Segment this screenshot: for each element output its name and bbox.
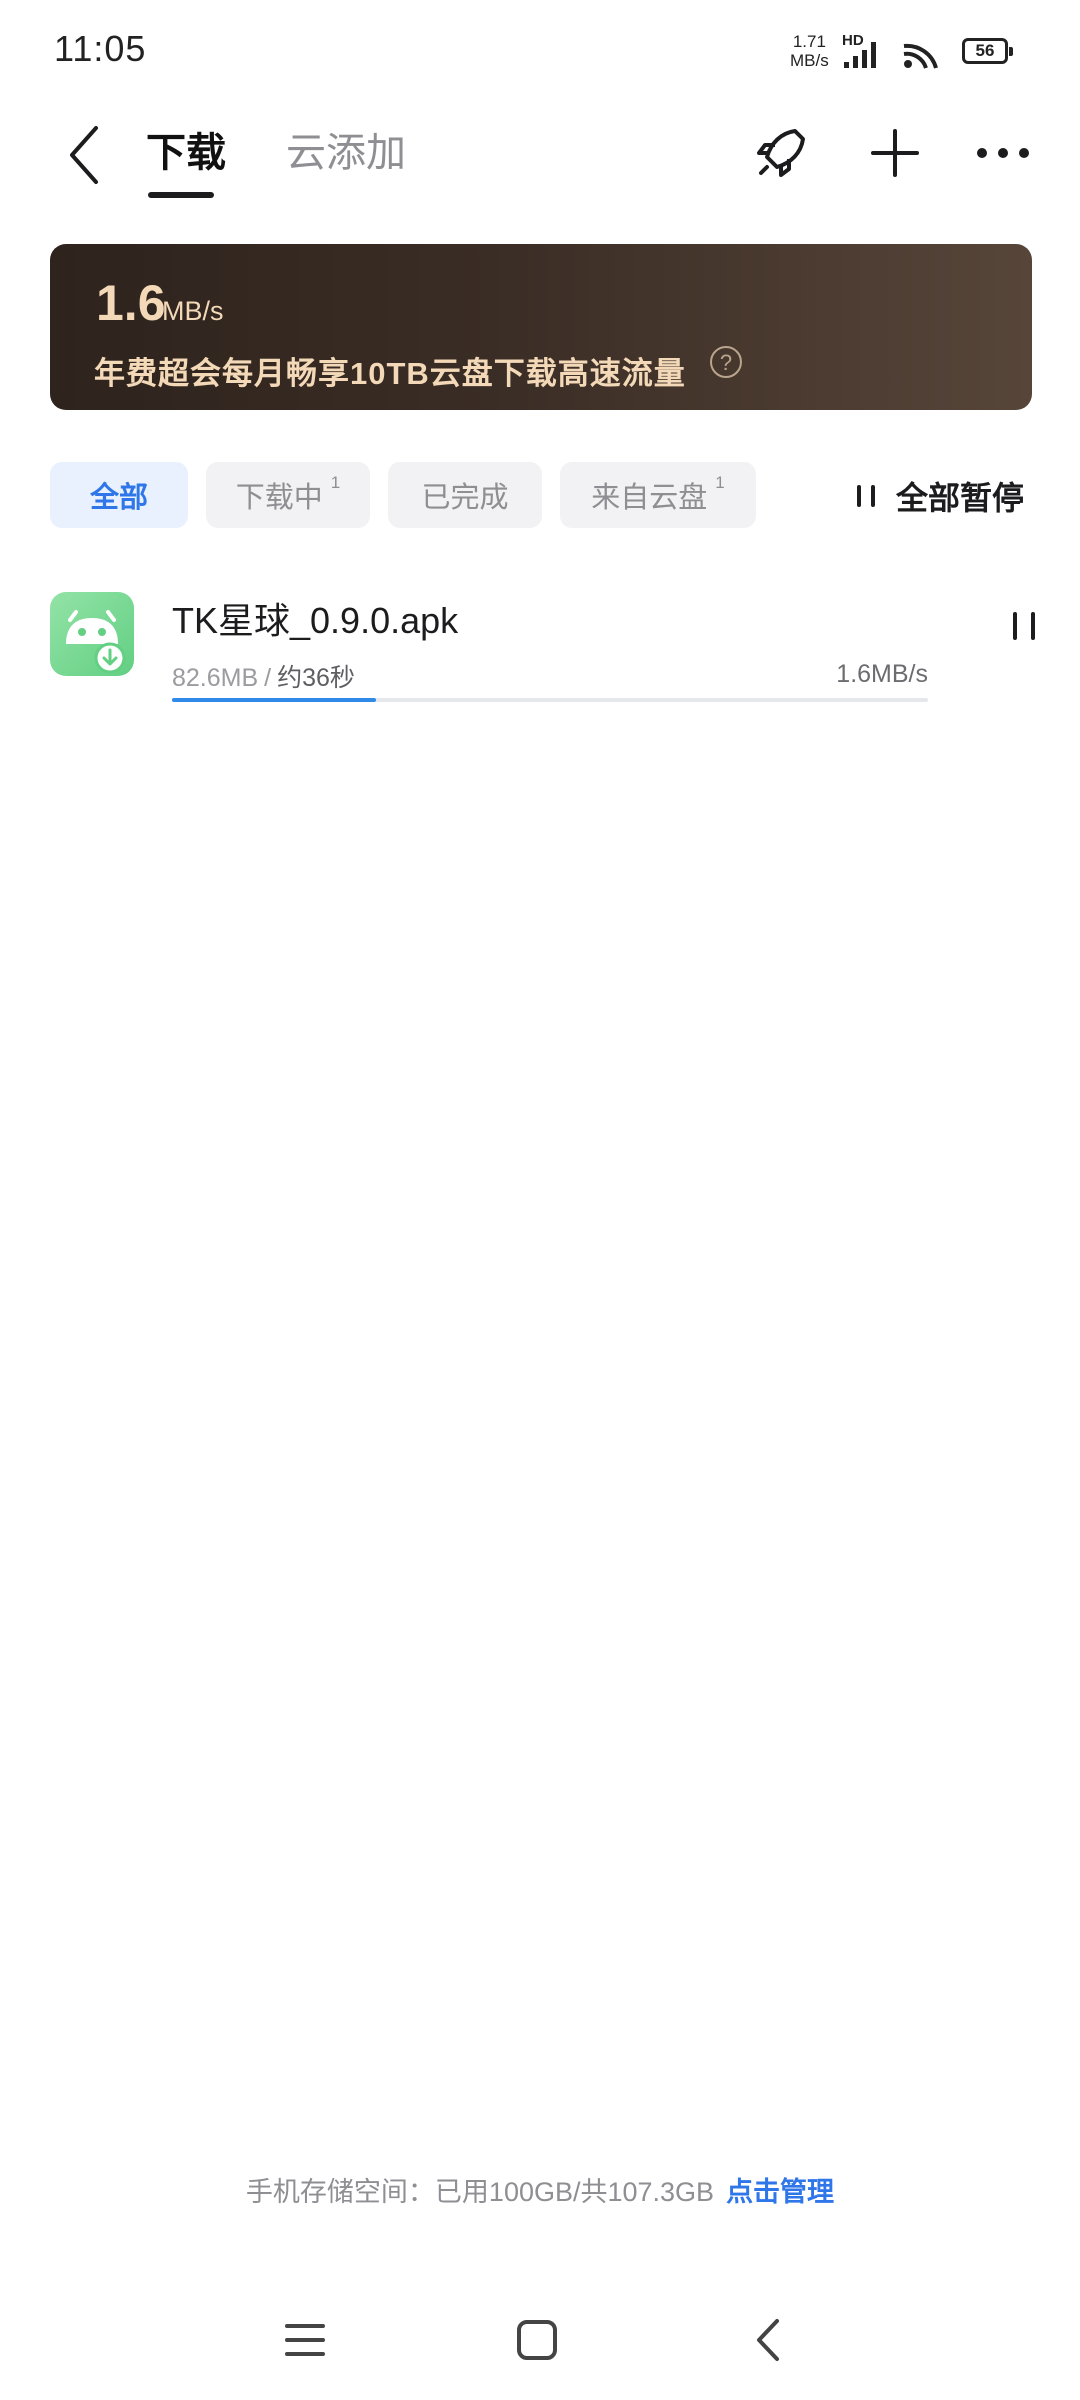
- time-remaining: 约36秒: [277, 664, 355, 692]
- pause-all-label: 全部暂停: [896, 480, 1025, 516]
- rocket-icon: [757, 129, 805, 177]
- filter-chip-downloading[interactable]: 下载中 1: [206, 462, 370, 528]
- status-time: 11:05: [54, 28, 147, 69]
- status-bar: 11:05 1.71 MB/s HD 56: [0, 0, 1080, 100]
- speed-boost-button[interactable]: [746, 118, 816, 188]
- filter-chip-label: 下载中: [235, 482, 323, 514]
- filter-chip-completed[interactable]: 已完成: [388, 462, 542, 528]
- tab-cloud-add[interactable]: 云添加: [286, 120, 406, 178]
- filter-chip-all[interactable]: 全部: [50, 462, 188, 528]
- file-size-separator: /: [264, 664, 272, 692]
- tab-download[interactable]: 下载: [146, 120, 226, 178]
- system-back-button[interactable]: [734, 2310, 804, 2370]
- download-speed: 1.6MB/s: [836, 660, 928, 688]
- network-speed: 1.71 MB/s: [790, 32, 829, 70]
- file-name: TK星球_0.9.0.apk: [172, 600, 459, 641]
- home-button[interactable]: [502, 2310, 572, 2370]
- file-size-info: 82.6MB / 约36秒: [172, 658, 355, 694]
- filter-chip-label: 已完成: [421, 482, 509, 514]
- filter-chip-badge: 1: [715, 473, 725, 492]
- more-icon: [977, 148, 1029, 158]
- filter-chip-badge: 1: [330, 473, 341, 492]
- add-download-button[interactable]: [860, 118, 930, 188]
- android-apk-download-icon: [50, 592, 134, 676]
- promo-speed-unit: MB/s: [162, 296, 224, 326]
- help-icon[interactable]: ?: [710, 346, 742, 378]
- signal-icon: [844, 42, 876, 68]
- download-progress-fill: [172, 698, 377, 702]
- back-button[interactable]: [60, 120, 110, 190]
- plus-icon: [871, 129, 919, 177]
- pause-icon: [857, 485, 875, 507]
- recent-apps-button[interactable]: [270, 2310, 340, 2370]
- pause-icon: [1013, 612, 1035, 640]
- battery-icon: 56: [962, 38, 1013, 64]
- wifi-icon: [903, 43, 938, 69]
- more-options-button[interactable]: [968, 118, 1038, 188]
- download-item[interactable]: TK星球_0.9.0.apk 82.6MB / 约36秒 1.6MB/s: [0, 580, 1080, 720]
- pause-all-button[interactable]: 全部暂停: [856, 476, 1024, 516]
- promo-speed-value: 1.6: [96, 275, 166, 331]
- header: 下载 云添加: [0, 100, 1080, 210]
- battery-level: 56: [975, 41, 995, 60]
- network-speed-value: 1.71: [792, 32, 826, 51]
- file-size: 82.6MB: [172, 664, 259, 692]
- storage-text: 手机存储空间：已用100GB/共107.3GB: [245, 2177, 715, 2207]
- filter-chip-label: 来自云盘: [591, 482, 708, 514]
- storage-info: 手机存储空间：已用100GB/共107.3GB 点击管理: [0, 2170, 1080, 2209]
- promo-text: 年费超会每月畅享10TB云盘下载高速流量: [94, 356, 686, 391]
- download-progress-bar: [172, 698, 928, 702]
- manage-storage-link[interactable]: 点击管理: [726, 2177, 834, 2207]
- chevron-left-icon: [70, 126, 98, 184]
- filter-chip-label: 全部: [89, 482, 148, 514]
- menu-icon: [285, 2324, 325, 2356]
- vip-promo-banner[interactable]: 1.6 MB/s 年费超会每月畅享10TB云盘下载高速流量 ?: [50, 244, 1032, 410]
- item-pause-button[interactable]: [1000, 602, 1050, 652]
- network-speed-unit: MB/s: [790, 51, 829, 70]
- chevron-left-icon: [757, 2319, 779, 2361]
- square-icon: [517, 2320, 557, 2360]
- filter-chip-from-cloud[interactable]: 来自云盘 1: [560, 462, 756, 528]
- system-navigation-bar: [0, 2300, 1080, 2380]
- active-tab-indicator: [148, 192, 214, 198]
